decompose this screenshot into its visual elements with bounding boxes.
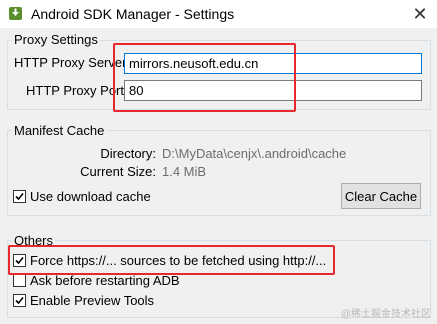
use-download-cache-label: Use download cache	[30, 188, 151, 204]
clear-cache-button[interactable]: Clear Cache	[341, 183, 421, 209]
directory-value: D:\MyData\cenjx\.android\cache	[162, 146, 347, 161]
settings-window: Android SDK Manager - Settings ✕ Proxy S…	[0, 0, 437, 324]
android-sdk-icon	[8, 6, 23, 21]
http-proxy-server-input[interactable]	[124, 53, 422, 74]
checkbox-checked-icon	[13, 253, 26, 267]
http-proxy-port-input[interactable]	[124, 80, 422, 101]
window-title: Android SDK Manager - Settings	[31, 6, 235, 22]
http-proxy-port-label: HTTP Proxy Port	[26, 83, 125, 98]
watermark: @稀土掘金技术社区	[340, 309, 431, 320]
manifest-cache-title: Manifest Cache	[12, 123, 107, 138]
checkbox-checked-icon	[13, 293, 26, 307]
force-https-label: Force https://... sources to be fetched …	[30, 252, 327, 268]
ask-restart-adb-checkbox[interactable]: Ask before restarting ADB	[13, 272, 180, 288]
close-icon[interactable]: ✕	[403, 0, 437, 28]
checkbox-checked-icon	[13, 189, 26, 203]
use-download-cache-checkbox[interactable]: Use download cache	[13, 188, 151, 204]
title-bar[interactable]: Android SDK Manager - Settings ✕	[0, 0, 437, 28]
enable-preview-tools-label: Enable Preview Tools	[30, 292, 155, 308]
current-size-value: 1.4 MiB	[162, 164, 207, 179]
http-proxy-server-label: HTTP Proxy Server	[14, 55, 127, 70]
others-title: Others	[12, 233, 56, 248]
ask-restart-adb-label: Ask before restarting ADB	[30, 272, 180, 288]
current-size-label: Current Size:	[80, 164, 156, 179]
force-https-checkbox[interactable]: Force https://... sources to be fetched …	[13, 252, 326, 268]
proxy-settings-title: Proxy Settings	[12, 32, 100, 47]
checkbox-unchecked-icon	[13, 273, 26, 287]
directory-label: Directory:	[100, 146, 156, 161]
enable-preview-tools-checkbox[interactable]: Enable Preview Tools	[13, 292, 154, 308]
